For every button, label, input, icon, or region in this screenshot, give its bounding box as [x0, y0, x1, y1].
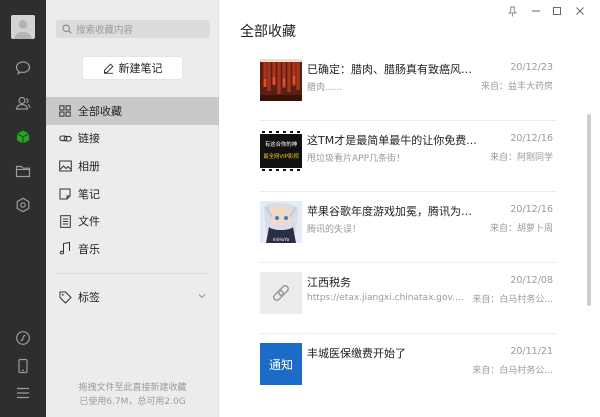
- mini-program-icon[interactable]: [13, 328, 33, 348]
- pin-icon[interactable]: [505, 4, 519, 18]
- item-source: 来自：白马村务公...: [472, 295, 553, 305]
- item-date: 20/11/21: [510, 346, 553, 357]
- list-item[interactable]: miHoYo 苹果谷歌年度游戏加冕，腾讯为啥... 20/12/16 腾讯的失误…: [259, 192, 557, 263]
- article-thumbnail: miHoYo: [260, 201, 302, 243]
- article-thumbnail: 有这合你的神 最全网VIP影视: [260, 130, 302, 172]
- sidebar-item-label: 笔记: [78, 187, 100, 201]
- item-source: 来自：白马村务公...: [472, 366, 553, 376]
- pencil-icon: [103, 62, 114, 74]
- new-note-button[interactable]: 新建笔记: [82, 56, 183, 80]
- item-description: 甩垃圾看片APP几条街！: [307, 154, 406, 164]
- sidebar-item-label: 链接: [78, 132, 100, 146]
- sidebar-item-label: 音乐: [78, 242, 100, 256]
- scrollbar[interactable]: [587, 114, 591, 306]
- sidebar-item-label: 全部收藏: [78, 104, 122, 118]
- item-title: 丰城医保缴费开始了: [307, 347, 406, 360]
- link-icon: [58, 131, 72, 145]
- article-thumbnail: 通知: [260, 343, 302, 385]
- thumb-caption-line-1: 有这合你的神: [265, 140, 297, 148]
- sidebar-item-music[interactable]: 音乐: [46, 235, 219, 263]
- sidebar-divider: [56, 273, 209, 274]
- item-title: 已确定：腊肉、腊肠真有致癌风险...: [307, 63, 477, 76]
- new-note-label: 新建笔记: [118, 62, 163, 75]
- drop-hint: 拖拽文件至此直接新建收藏: [78, 383, 187, 393]
- item-date: 20/12/08: [510, 275, 553, 286]
- list-item[interactable]: 有这合你的神 最全网VIP影视 这TM才是最简单最牛的让你免费... 20/12…: [259, 121, 557, 192]
- thumb-caption: miHoYo: [273, 237, 290, 243]
- thumb-caption: 通知: [269, 358, 293, 372]
- item-date: 20/12/23: [510, 62, 553, 73]
- item-description: https://etax.jiangxi.chinatax.gov.cn/eta…: [307, 293, 467, 303]
- favorites-main-panel: 全部收藏 已确定：腊肉、腊肠真有致癌风险... 20/12/23 腊肉.....…: [219, 0, 600, 417]
- tags-section[interactable]: 标签: [46, 285, 219, 309]
- sidebar-item-all[interactable]: 全部收藏: [46, 97, 219, 125]
- article-thumbnail: [260, 59, 302, 101]
- image-icon: [58, 159, 72, 173]
- thumb-caption-line-2: 最全网VIP影视: [263, 152, 299, 160]
- item-date: 20/12/16: [510, 204, 553, 215]
- item-description: 腊肉......: [307, 83, 343, 93]
- item-title: 这TM才是最简单最牛的让你免费...: [307, 134, 477, 147]
- list-item[interactable]: 通知 丰城医保缴费开始了 20/11/21 来自：白马村务公...: [259, 334, 557, 405]
- app-nav-rail: [0, 0, 46, 417]
- item-title: 江西税务: [307, 276, 351, 289]
- sidebar-item-notes[interactable]: 笔记: [46, 180, 219, 208]
- sidebar-item-files[interactable]: 文件: [46, 207, 219, 235]
- item-date: 20/12/16: [510, 133, 553, 144]
- link-thumbnail: [260, 272, 302, 314]
- search-input[interactable]: 搜索收藏内容: [56, 20, 210, 38]
- avatar[interactable]: [11, 15, 35, 39]
- search-placeholder: 搜索收藏内容: [76, 25, 134, 36]
- tag-icon: [58, 290, 72, 304]
- sidebar-item-links[interactable]: 链接: [46, 125, 219, 153]
- sidebar-item-label: 文件: [78, 215, 100, 229]
- menu-icon[interactable]: [13, 383, 33, 403]
- storage-usage: 已使用6.7M，总可用2.0G: [79, 397, 186, 407]
- phone-icon[interactable]: [13, 356, 33, 376]
- item-source: 来自：胡萝卜周: [489, 224, 553, 234]
- minimize-icon[interactable]: [529, 4, 543, 18]
- file-icon: [58, 214, 72, 228]
- chevron-down-icon[interactable]: [197, 291, 207, 304]
- search-icon: [62, 24, 72, 34]
- favorites-sidebar: 搜索收藏内容 新建笔记 全部收藏 链接 相册 笔记 文件 音乐 标签 拖拽文件至…: [46, 0, 219, 417]
- maximize-icon[interactable]: [550, 4, 564, 18]
- note-icon: [58, 187, 72, 201]
- sidebar-item-album[interactable]: 相册: [46, 152, 219, 180]
- settings-icon[interactable]: [13, 195, 33, 215]
- grid-icon: [58, 104, 72, 118]
- page-title: 全部收藏: [240, 24, 296, 40]
- category-list: 全部收藏 链接 相册 笔记 文件 音乐: [46, 97, 219, 263]
- favorites-list: 已确定：腊肉、腊肠真有致癌风险... 20/12/23 腊肉...... 来自：…: [259, 50, 557, 405]
- favorites-cube-icon[interactable]: [13, 127, 33, 147]
- list-item[interactable]: 已确定：腊肉、腊肠真有致癌风险... 20/12/23 腊肉...... 来自：…: [259, 50, 557, 121]
- close-icon[interactable]: [573, 4, 587, 18]
- tags-label: 标签: [78, 291, 100, 304]
- chat-icon[interactable]: [13, 58, 33, 78]
- item-source: 来自：益丰大药房: [480, 82, 553, 92]
- item-description: 腾讯的失误！: [307, 225, 362, 235]
- list-item[interactable]: 江西税务 20/12/08 https://etax.jiangxi.china…: [259, 263, 557, 334]
- item-title: 苹果谷歌年度游戏加冕，腾讯为啥...: [307, 205, 477, 218]
- folder-icon[interactable]: [13, 161, 33, 181]
- music-icon: [58, 242, 72, 256]
- contacts-icon[interactable]: [13, 93, 33, 113]
- item-source: 来自：阿刚同学: [489, 153, 553, 163]
- sidebar-item-label: 相册: [78, 159, 100, 173]
